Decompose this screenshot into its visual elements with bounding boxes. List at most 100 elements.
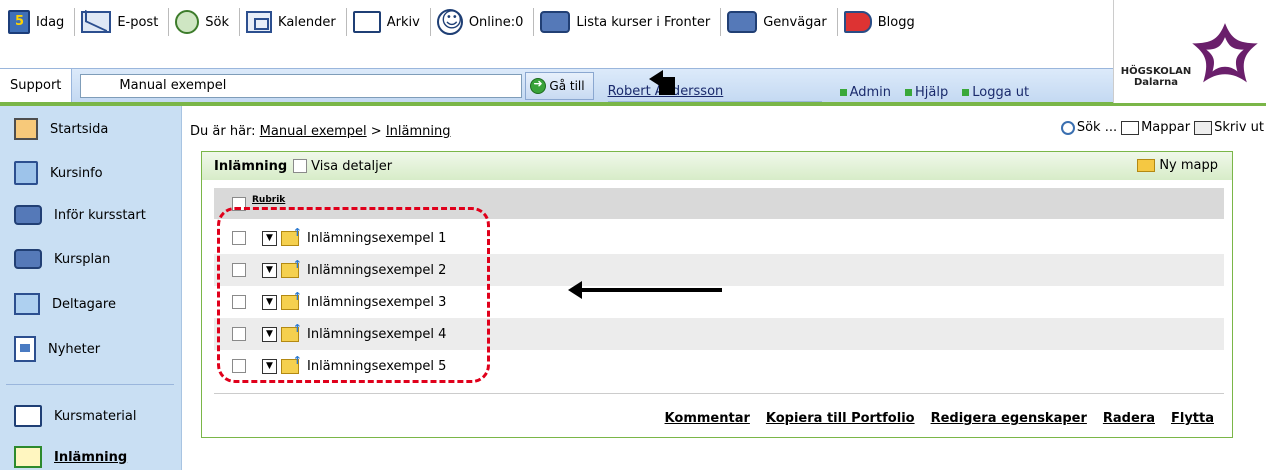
toolbar-label: Arkiv <box>386 14 420 30</box>
chevron-down-icon[interactable]: ▼ <box>262 326 277 342</box>
row-checkbox[interactable] <box>232 231 246 245</box>
sidebar-item-deltagare[interactable]: Deltagare <box>14 293 116 315</box>
row-checkbox[interactable] <box>232 295 246 309</box>
sidebar-item-startsida[interactable]: Startsida <box>14 118 108 140</box>
toolbar-label: Idag <box>36 14 65 30</box>
toolbar-idag[interactable]: Idag <box>6 6 70 38</box>
item-title[interactable]: Inlämningsexempel 5 <box>307 359 446 374</box>
toolbar-label: Lista kurser i Fronter <box>576 14 711 30</box>
support-tab[interactable]: Support <box>0 69 73 102</box>
kopiera-portfolio-link[interactable]: Kopiera till Portfolio <box>766 411 915 426</box>
item-title[interactable]: Inlämningsexempel 1 <box>307 231 446 246</box>
toolbar-sok[interactable]: Sök <box>173 6 235 38</box>
smiley-icon <box>436 8 463 35</box>
new-folder-label: Ny mapp <box>1159 158 1218 173</box>
toolbar-divider <box>345 8 347 36</box>
row-checkbox[interactable] <box>232 263 246 277</box>
sidebar-item-label: Deltagare <box>52 296 116 312</box>
toolbar-epost[interactable]: E-post <box>79 6 164 38</box>
toolbar-kalender[interactable]: Kalender <box>244 6 342 38</box>
toolbar-genvagar[interactable]: Genvägar <box>725 6 833 38</box>
course-select[interactable]: Manual exempel ▼ <box>80 69 676 98</box>
sidebar-item-kursmaterial[interactable]: Kursmaterial <box>14 405 137 427</box>
item-title[interactable]: Inlämningsexempel 3 <box>307 295 446 310</box>
help-link[interactable]: Hjälp <box>905 85 948 100</box>
folders-tool[interactable]: Mappar <box>1121 120 1190 135</box>
sidebar-item-label: Inlämning <box>54 449 128 465</box>
participants-icon <box>14 293 40 315</box>
toolbar-label: Online:0 <box>468 14 524 30</box>
sidebar-item-label: Startsida <box>50 121 109 137</box>
go-arrow-icon <box>530 77 547 94</box>
item-title[interactable]: Inlämningsexempel 2 <box>307 263 446 278</box>
sidebar-item-kursinfo[interactable]: Kursinfo <box>14 161 103 185</box>
user-name-link[interactable]: Robert Andersson <box>607 69 822 102</box>
shortcut-icon <box>727 11 758 33</box>
menu-label: Admin <box>849 85 892 100</box>
toolbar-lista-kurser[interactable]: Lista kurser i Fronter <box>538 6 716 38</box>
chevron-down-icon[interactable]: ▼ <box>649 69 676 95</box>
toolbar-arkiv[interactable]: Arkiv <box>351 6 426 38</box>
column-header-rubrik[interactable]: Rubrik <box>252 195 285 205</box>
row-checkbox[interactable] <box>232 359 246 373</box>
details-checkbox[interactable] <box>293 159 308 173</box>
chevron-down-icon[interactable]: ▼ <box>262 262 277 278</box>
link-icon <box>14 249 42 269</box>
sidebar-item-infor-kursstart[interactable]: Inför kursstart <box>14 205 146 225</box>
redigera-egenskaper-link[interactable]: Redigera egenskaper <box>931 411 1087 426</box>
breadcrumb-root-link[interactable]: Manual exempel <box>260 124 367 139</box>
upload-folder-icon <box>281 322 302 342</box>
sidebar-divider <box>6 384 174 385</box>
flytta-link[interactable]: Flytta <box>1171 411 1214 426</box>
toolbar-label: Sök <box>205 14 230 30</box>
breadcrumb-current-link[interactable]: Inlämning <box>386 124 451 139</box>
course-bar: Support Manual exempel ▼ Gå till Robert … <box>0 68 1113 104</box>
select-all-checkbox[interactable] <box>232 196 246 211</box>
list-item: ▼ Inlämningsexempel 1 <box>214 222 1224 254</box>
toolbar-online[interactable]: Online:0 <box>435 6 530 38</box>
divider-line <box>0 103 1266 106</box>
panel-title: Inlämning <box>214 158 288 174</box>
top-toolbar: Idag E-post Sök Kalender Arkiv Online:0 … <box>0 0 1110 44</box>
folder-icon <box>1137 159 1156 172</box>
cube-icon <box>14 118 38 140</box>
list-header: Rubrik <box>214 188 1224 219</box>
star-logo-icon <box>1192 23 1258 83</box>
logo-line-2: Dalarna <box>1133 77 1179 88</box>
upload-folder-icon <box>281 226 302 246</box>
item-title[interactable]: Inlämningsexempel 4 <box>307 327 446 342</box>
logout-link[interactable]: Logga ut <box>962 85 1029 100</box>
search-tool[interactable]: Sök ... <box>1060 120 1118 135</box>
new-folder-button[interactable]: Ny mapp <box>1137 158 1218 173</box>
inbox-icon <box>14 446 42 468</box>
kommentar-link[interactable]: Kommentar <box>665 411 750 426</box>
print-tool[interactable]: Skriv ut <box>1194 120 1264 135</box>
logo-text: HÖGSKOLAN Dalarna <box>1116 66 1196 88</box>
toolbar-divider <box>720 8 722 36</box>
admin-link[interactable]: Admin <box>839 85 892 100</box>
list-item: ▼ Inlämningsexempel 4 <box>214 318 1224 350</box>
goto-button[interactable]: Gå till <box>525 71 594 100</box>
row-checkbox[interactable] <box>232 327 246 341</box>
link-icon <box>14 205 42 225</box>
chevron-down-icon[interactable]: ▼ <box>262 358 277 374</box>
folders-icon <box>1121 120 1140 135</box>
sidebar-item-inlamning[interactable]: Inlämning <box>14 446 127 468</box>
chevron-down-icon[interactable]: ▼ <box>262 230 277 246</box>
tool-label: Sök ... <box>1076 120 1118 135</box>
sidebar-item-nyheter[interactable]: Nyheter <box>14 336 100 362</box>
panel-header: Inlämning Visa detaljer Ny mapp <box>202 152 1232 180</box>
sidebar-item-label: Nyheter <box>48 341 101 357</box>
megaphone-icon <box>843 11 872 33</box>
toolbar-blogg[interactable]: Blogg <box>842 6 921 38</box>
toolbar-divider <box>429 8 431 36</box>
menu-label: Logga ut <box>972 85 1030 100</box>
tool-label: Skriv ut <box>1214 120 1264 135</box>
submission-list: ▼ Inlämningsexempel 1 ▼ Inlämningsexempel … <box>214 222 1224 382</box>
chevron-down-icon[interactable]: ▼ <box>262 294 277 310</box>
sidebar-item-kursplan[interactable]: Kursplan <box>14 249 110 269</box>
radera-link[interactable]: Radera <box>1103 411 1155 426</box>
sidebar: Startsida Kursinfo Inför kursstart Kursp… <box>0 106 182 470</box>
sidebar-item-label: Kursplan <box>54 251 111 267</box>
print-icon <box>1194 120 1213 135</box>
